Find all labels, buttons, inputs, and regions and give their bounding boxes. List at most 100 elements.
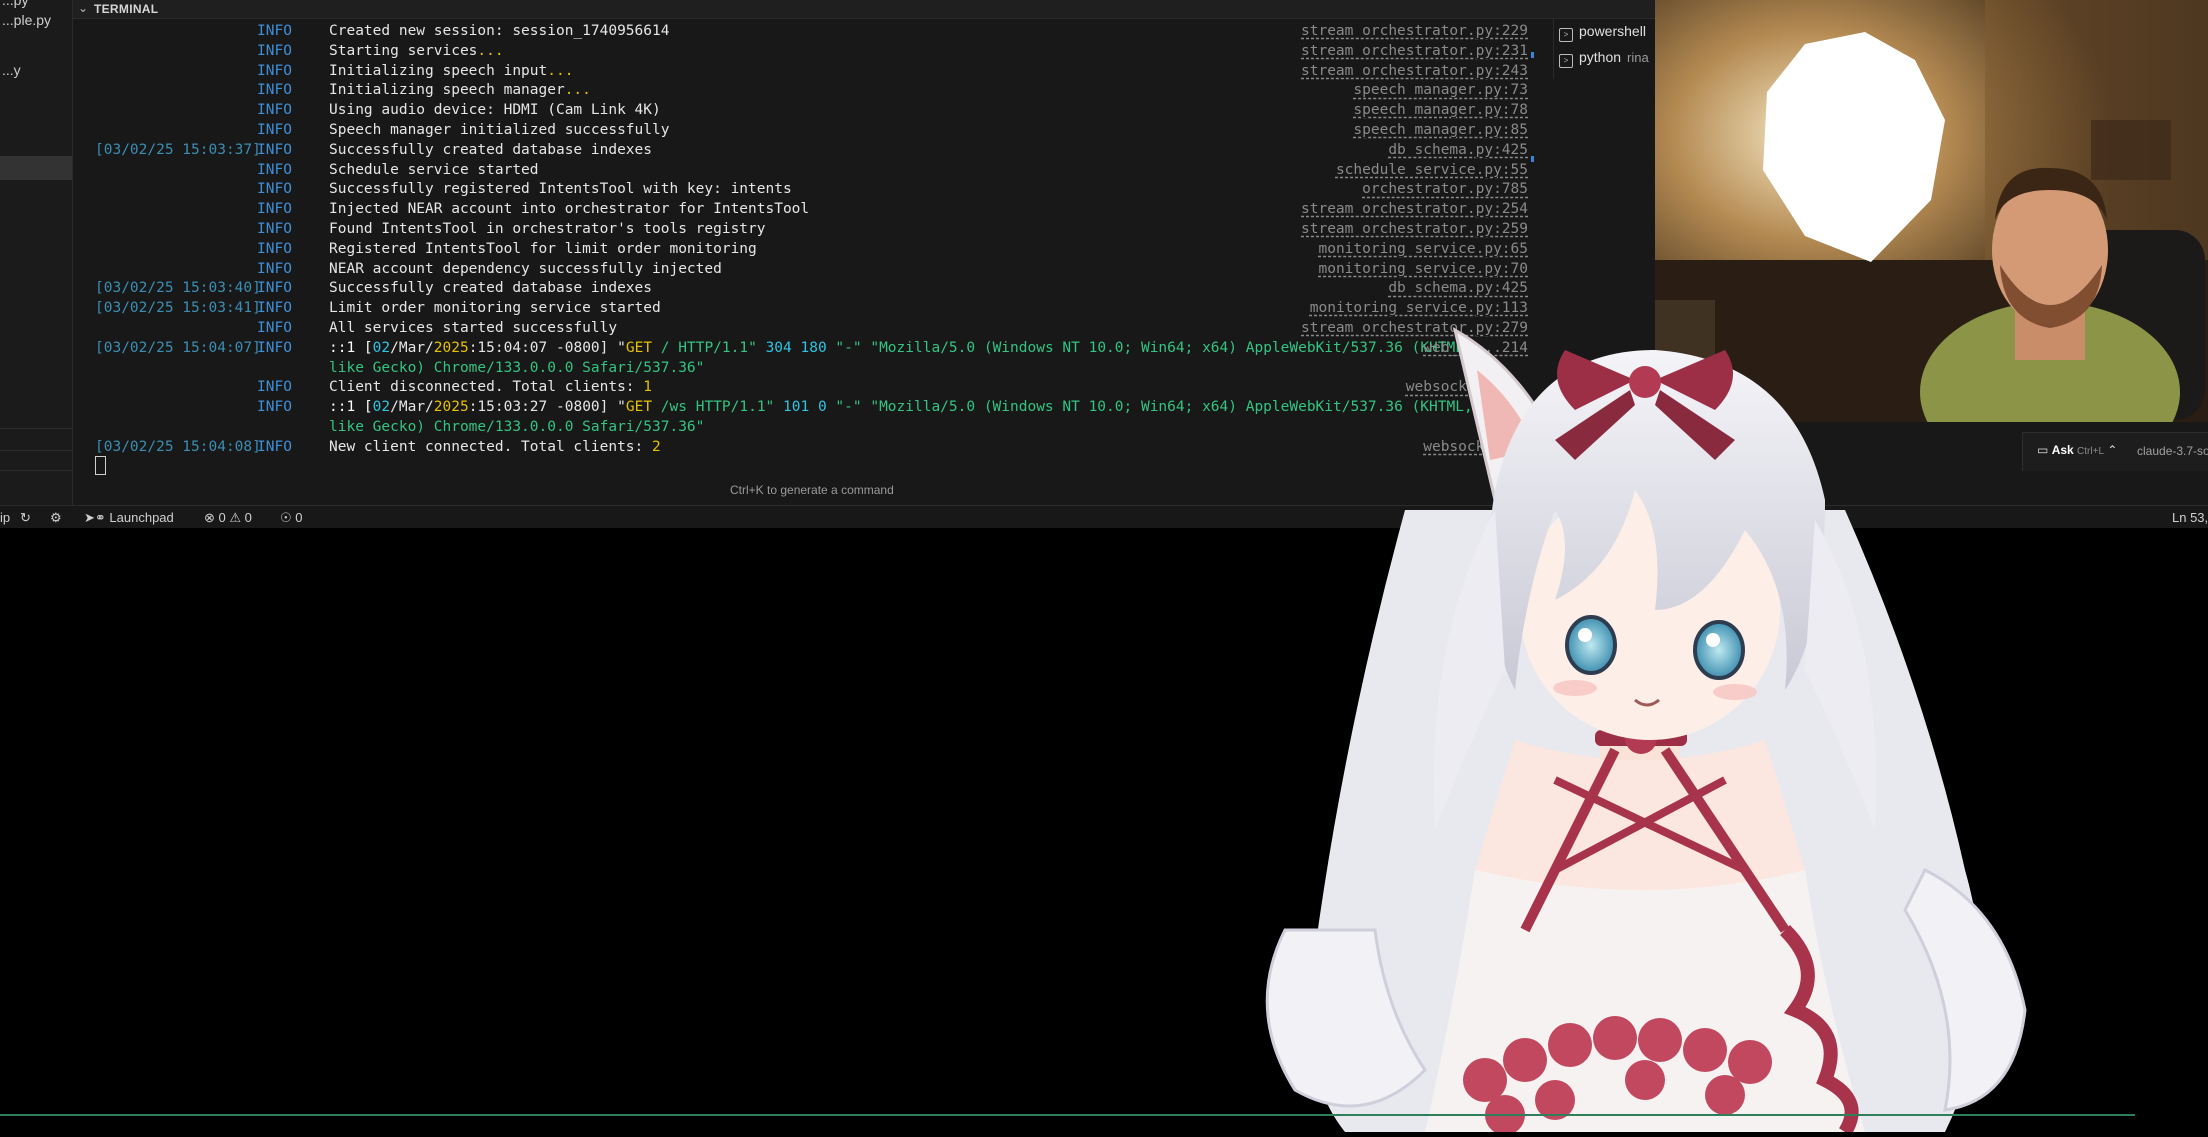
log-level: INFO <box>257 221 292 237</box>
file-item[interactable]: ...py <box>2 0 28 8</box>
log-fragment: :15:03:27 -0800 <box>468 399 600 416</box>
log-level: INFO <box>257 399 292 416</box>
broadcast-icon: ☉ <box>280 510 292 525</box>
source-link[interactable]: monitoring service.py:65 <box>1318 239 1528 259</box>
log-message: Limit order monitoring service started <box>329 300 661 317</box>
terminal-line: INFO Injected NEAR account into orchestra… <box>73 199 1528 219</box>
log-level: INFO <box>257 320 292 336</box>
source-link[interactable]: db schema.py:425 <box>1388 140 1528 160</box>
log-level: INFO <box>257 82 292 99</box>
vtuber-avatar <box>1225 310 2065 1136</box>
log-level: INFO <box>257 260 292 277</box>
error-count: 0 <box>218 510 226 525</box>
log-fragment: / HTTP/1.1" <box>652 339 766 356</box>
terminal-tab-powershell[interactable]: > powershell <box>1559 23 1646 43</box>
source-link[interactable]: monitoring service.py:70 <box>1318 259 1528 279</box>
log-message: New client connected. Total clients: 2 <box>329 437 661 457</box>
log-message: Created new session: session_1740956614 <box>329 23 670 39</box>
source-link[interactable]: orchestrator.py:785 <box>1362 179 1528 199</box>
log-timestamp: [03/02/25 15:03:40] <box>95 280 261 297</box>
error-icon: ⊗ <box>204 510 215 525</box>
terminal-panel-header[interactable]: ⌄ TERMINAL <box>73 0 1655 19</box>
log-message: Schedule service started <box>329 161 539 178</box>
terminal-cursor[interactable] <box>95 456 106 475</box>
cursor-position[interactable]: Ln 53, <box>2172 510 2208 525</box>
model-selector[interactable]: claude-3.7-so <box>2137 444 2208 458</box>
log-message: Found IntentsTool in orchestrator's tool… <box>329 221 766 237</box>
log-message: All services started successfully <box>329 320 618 336</box>
terminal-line: INFO NEAR account dependency successfully… <box>73 259 1528 279</box>
log-fragment: ] " <box>599 339 626 356</box>
source-link[interactable]: schedule service.py:55 <box>1336 160 1528 180</box>
log-fragment: 180 <box>800 339 827 356</box>
source-link[interactable]: stream orchestrator.py:254 <box>1301 199 1528 219</box>
log-level: INFO <box>257 102 292 119</box>
log-message: Successfully created database indexes <box>329 280 653 297</box>
shortcut-hint: Ctrl+L <box>2077 446 2104 457</box>
source-link[interactable]: stream orchestrator.py:243 <box>1301 61 1528 81</box>
log-level: INFO <box>257 141 292 158</box>
selected-file-row[interactable] <box>0 156 72 180</box>
log-level: INFO <box>257 201 292 218</box>
log-message: Starting services... <box>329 41 504 61</box>
chevron-down-icon[interactable]: ⌄ <box>78 1 88 15</box>
file-explorer-sidebar: ...py ...ple.py ...y <box>0 0 73 508</box>
ports-count: 0 <box>295 510 303 525</box>
log-message-text: Initializing speech input <box>329 62 548 79</box>
shoulders <box>1475 740 1805 890</box>
log-level: INFO <box>257 300 292 317</box>
source-link[interactable]: speech manager.py:85 <box>1353 120 1528 140</box>
log-fragment: /ws HTTP/1.1" <box>652 399 784 416</box>
gear-icon[interactable]: ⚙ <box>50 510 62 526</box>
client-count: 2 <box>652 438 661 455</box>
ellipsis: ... <box>547 62 574 79</box>
log-level: INFO <box>257 438 292 455</box>
terminal-line: INFO Created new session: session_1740956… <box>73 21 1528 41</box>
log-timestamp: [03/02/25 15:03:37] <box>95 141 261 158</box>
log-fragment: /Mar/ <box>390 339 434 356</box>
terminal-line: INFO Speech manager initialized successfu… <box>73 120 1528 140</box>
branch-item[interactable]: ip <box>0 510 10 525</box>
terminal-line: INFO Initializing speech manager... speech… <box>73 80 1528 100</box>
source-link[interactable]: stream orchestrator.py:229 <box>1301 21 1528 41</box>
launchpad-button[interactable]: ➤⚭ Launchpad <box>84 510 174 526</box>
rocket-icon: ➤⚭ <box>84 510 106 525</box>
terminal-line: INFO Schedule service started schedule ser… <box>73 160 1528 180</box>
log-fragment: 304 <box>765 339 792 356</box>
log-timestamp: [03/02/25 15:04:08] <box>95 438 261 455</box>
generate-command-hint: Ctrl+K to generate a command <box>730 483 894 497</box>
log-level: INFO <box>257 62 292 79</box>
terminal-line: [03/02/25 15:03:37] INFO Successfully crea… <box>73 140 1528 160</box>
log-fragment: 02 <box>372 339 391 356</box>
problems-indicator[interactable]: ⊗ 0 ⚠ 0 <box>204 510 252 526</box>
stage-floor-line <box>0 1114 2135 1116</box>
divider <box>0 450 72 451</box>
right-eye <box>1693 620 1745 680</box>
log-fragment: /Mar/ <box>390 399 434 416</box>
sync-icon[interactable]: ↻ <box>20 510 31 526</box>
log-fragment: 2025 <box>433 339 469 356</box>
terminal-tab-python[interactable]: > python rina <box>1559 49 1649 69</box>
scrollbar-marker <box>1531 52 1534 58</box>
anime-character-illustration <box>1265 326 2027 1136</box>
tab-label: python <box>1579 49 1622 65</box>
log-fragment: GET <box>625 399 653 416</box>
source-link[interactable]: stream orchestrator.py:259 <box>1301 219 1528 239</box>
log-timestamp: [03/02/25 15:03:41] <box>95 300 261 317</box>
file-item[interactable]: ...ple.py <box>2 12 51 28</box>
log-timestamp: [03/02/25 15:04:07] <box>95 339 261 356</box>
scrollbar-marker <box>1531 156 1534 162</box>
source-link[interactable]: stream orchestrator.py:231 <box>1301 41 1528 61</box>
log-fragment: 02 <box>372 399 391 416</box>
ports-indicator[interactable]: ☉ 0 <box>280 510 303 526</box>
log-fragment: ::1 [ <box>329 339 373 356</box>
divider <box>0 470 72 471</box>
warning-icon: ⚠ <box>229 510 242 525</box>
source-link[interactable]: speech manager.py:73 <box>1353 80 1528 100</box>
source-link[interactable]: speech manager.py:78 <box>1353 100 1528 120</box>
tab-extra: rina <box>1627 50 1649 65</box>
source-link[interactable]: db schema.py:425 <box>1388 278 1528 298</box>
log-fragment: 101 <box>783 399 810 416</box>
log-level: INFO <box>257 240 292 257</box>
file-item[interactable]: ...y <box>2 62 21 78</box>
